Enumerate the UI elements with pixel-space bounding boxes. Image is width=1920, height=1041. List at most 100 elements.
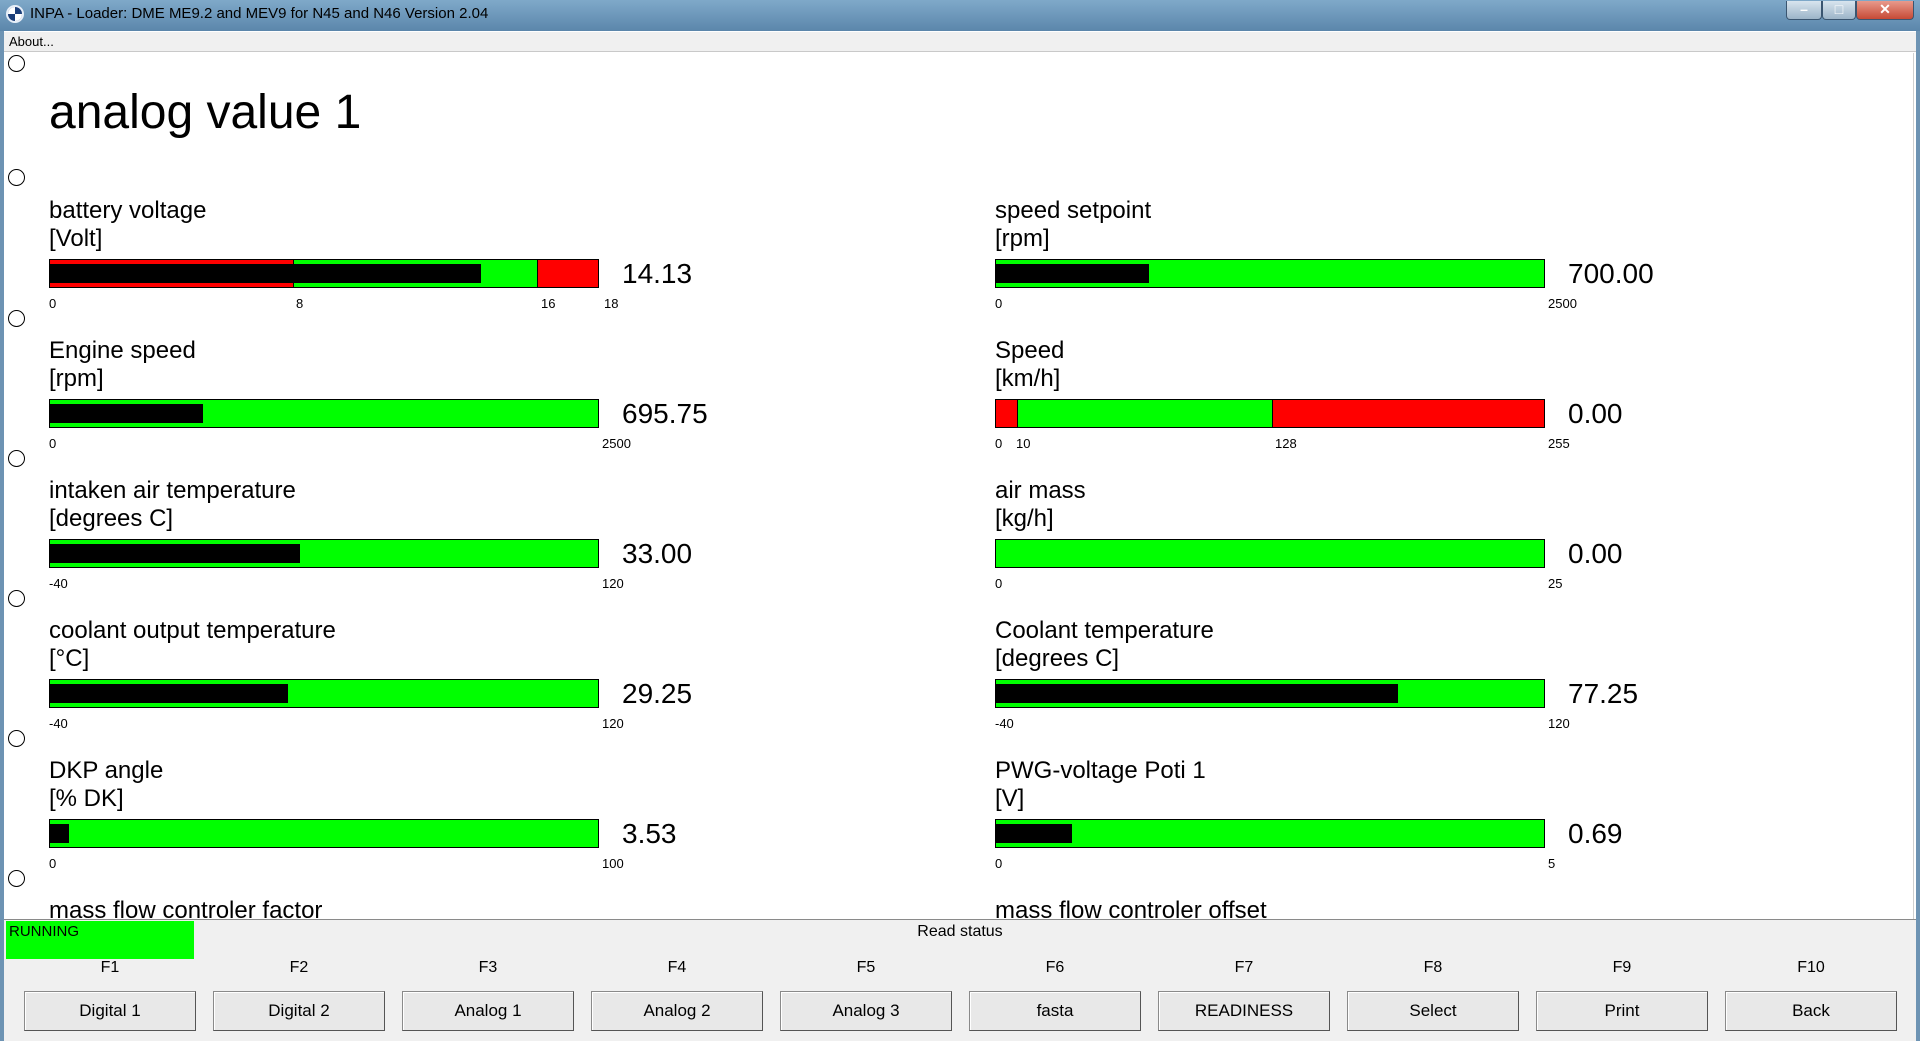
select-button[interactable]: Select (1347, 991, 1519, 1031)
gauge-unit: [rpm] (49, 365, 104, 392)
fkey-label-f3: F3 (478, 959, 498, 976)
gauge-level (996, 684, 1398, 703)
gauge-unit: [kg/h] (995, 505, 1054, 532)
gauge-bar (49, 399, 599, 428)
gauge-battery-voltage: battery voltage [Volt] 14.13 0 8 16 18 (49, 197, 789, 337)
close-button[interactable]: ✕ (1856, 1, 1914, 20)
menu-item-about[interactable]: About... (9, 34, 54, 49)
radio-button[interactable] (8, 590, 25, 607)
radio-button[interactable] (8, 55, 25, 72)
gauge-tick-label: -40 (49, 716, 68, 731)
gauge-value: 14.13 (622, 258, 693, 289)
fkey-label-f4: F4 (667, 959, 687, 976)
gauge-label: Coolant temperature (995, 617, 1214, 644)
radio-button[interactable] (8, 730, 25, 747)
gauge-air-mass: air mass [kg/h] 0.00 0 25 (995, 477, 1735, 617)
gauge-value: 3.53 (622, 818, 677, 849)
gauge-tick-label: 100 (602, 856, 624, 871)
radio-button[interactable] (8, 169, 25, 186)
fkey-label-f9: F9 (1612, 959, 1632, 976)
status-message: Read status (917, 923, 1003, 940)
gauge-bar (49, 539, 599, 568)
fkey-label-f10: F10 (1797, 959, 1825, 976)
gauge-label: Engine speed (49, 337, 196, 364)
gauge-zone-divider (1017, 400, 1018, 427)
window-title: INPA - Loader: DME ME9.2 and MEV9 for N4… (30, 5, 489, 22)
title-bar: INPA - Loader: DME ME9.2 and MEV9 for N4… (0, 0, 1920, 31)
minimize-button[interactable]: – (1786, 1, 1822, 20)
gauge-tick-label: 25 (1548, 576, 1563, 591)
close-icon: ✕ (1879, 1, 1891, 17)
gauge-tick-label: 8 (296, 296, 304, 311)
gauge-unit: [V] (995, 785, 1025, 812)
gauge-label: PWG-voltage Poti 1 (995, 757, 1206, 784)
gauge-level (50, 824, 69, 843)
maximize-button[interactable]: □ (1822, 1, 1856, 20)
gauge-label: air mass (995, 477, 1086, 504)
gauge-label: Speed (995, 337, 1065, 364)
gauge-unit: [°C] (49, 645, 90, 672)
gauge-unit: [degrees C] (49, 505, 174, 532)
gauge-level (50, 264, 481, 283)
gauge-tick-label: 120 (602, 576, 624, 591)
gauge-tick-label: 0 (49, 296, 57, 311)
gauge-level (50, 404, 203, 423)
digital-2-button[interactable]: Digital 2 (213, 991, 385, 1031)
analog-1-button[interactable]: Analog 1 (402, 991, 574, 1031)
fasta-button[interactable]: fasta (969, 991, 1141, 1031)
gauge-tick-label: -40 (995, 716, 1014, 731)
gauge-label: coolant output temperature (49, 617, 336, 644)
gauge-zone-divider (537, 260, 538, 287)
gauge-level (50, 684, 288, 703)
maximize-icon: □ (1834, 1, 1844, 17)
fkey-label-f1: F1 (100, 959, 120, 976)
menu-bar: About... (4, 32, 1916, 52)
radio-button[interactable] (8, 310, 25, 327)
gauge-tick-label: 2500 (1548, 296, 1577, 311)
gauge-mass-flow-controler-offset: mass flow controler offset (995, 897, 1735, 919)
bmw-logo-icon (6, 5, 24, 23)
gauge-tick-label: 0 (49, 436, 57, 451)
gauge-tick-label: 0 (995, 296, 1003, 311)
readiness-button[interactable]: READINESS (1158, 991, 1330, 1031)
gauge-speed-setpoint: speed setpoint [rpm] 700.00 0 2500 (995, 197, 1735, 337)
gauge-zone-divider (1272, 400, 1273, 427)
main-content: analog value 1 battery voltage [Volt] 14… (4, 53, 1916, 919)
analog-2-button[interactable]: Analog 2 (591, 991, 763, 1031)
gauge-bar (995, 399, 1545, 428)
gauge-tick-label: 0 (995, 436, 1003, 451)
print-button[interactable]: Print (1536, 991, 1708, 1031)
gauge-tick-label: 10 (1016, 436, 1031, 451)
gauge-label: battery voltage (49, 197, 207, 224)
digital-1-button[interactable]: Digital 1 (24, 991, 196, 1031)
gauge-unit: [degrees C] (995, 645, 1120, 672)
gauge-value: 77.25 (1568, 678, 1639, 709)
gauge-unit: [rpm] (995, 225, 1050, 252)
gauge-dkp-angle: DKP angle [% DK] 3.53 0 100 (49, 757, 789, 897)
gauge-tick-label: 120 (602, 716, 624, 731)
fkey-label-f5: F5 (856, 959, 876, 976)
back-button[interactable]: Back (1725, 991, 1897, 1031)
gauge-tick-label: 255 (1548, 436, 1570, 451)
gauge-coolant-output-temperature: coolant output temperature [°C] 29.25 -4… (49, 617, 789, 757)
gauge-red-zone (1272, 400, 1544, 427)
analog-3-button[interactable]: Analog 3 (780, 991, 952, 1031)
gauge-unit: [km/h] (995, 365, 1061, 392)
gauge-value: 0.00 (1568, 538, 1623, 569)
gauge-bar (995, 819, 1545, 848)
gauge-tick-label: 18 (604, 296, 619, 311)
gauge-unit: [Volt] (49, 225, 103, 252)
gauge-bar (49, 259, 599, 288)
gauge-speed: Speed [km/h] 0.00 0 10 128 255 (995, 337, 1735, 477)
gauge-unit: [% DK] (49, 785, 124, 812)
gauge-engine-speed: Engine speed [rpm] 695.75 0 2500 (49, 337, 789, 477)
content-border (1913, 53, 1914, 919)
radio-button[interactable] (8, 870, 25, 887)
gauge-mass-flow-controler-factor: mass flow controler factor (49, 897, 789, 919)
gauge-value: 29.25 (622, 678, 693, 709)
page-title: analog value 1 (49, 86, 362, 139)
radio-button[interactable] (8, 450, 25, 467)
fkey-label-f8: F8 (1423, 959, 1443, 976)
gauge-intaken-air-temperature: intaken air temperature [degrees C] 33.0… (49, 477, 789, 617)
gauge-tick-label: 16 (541, 296, 556, 311)
